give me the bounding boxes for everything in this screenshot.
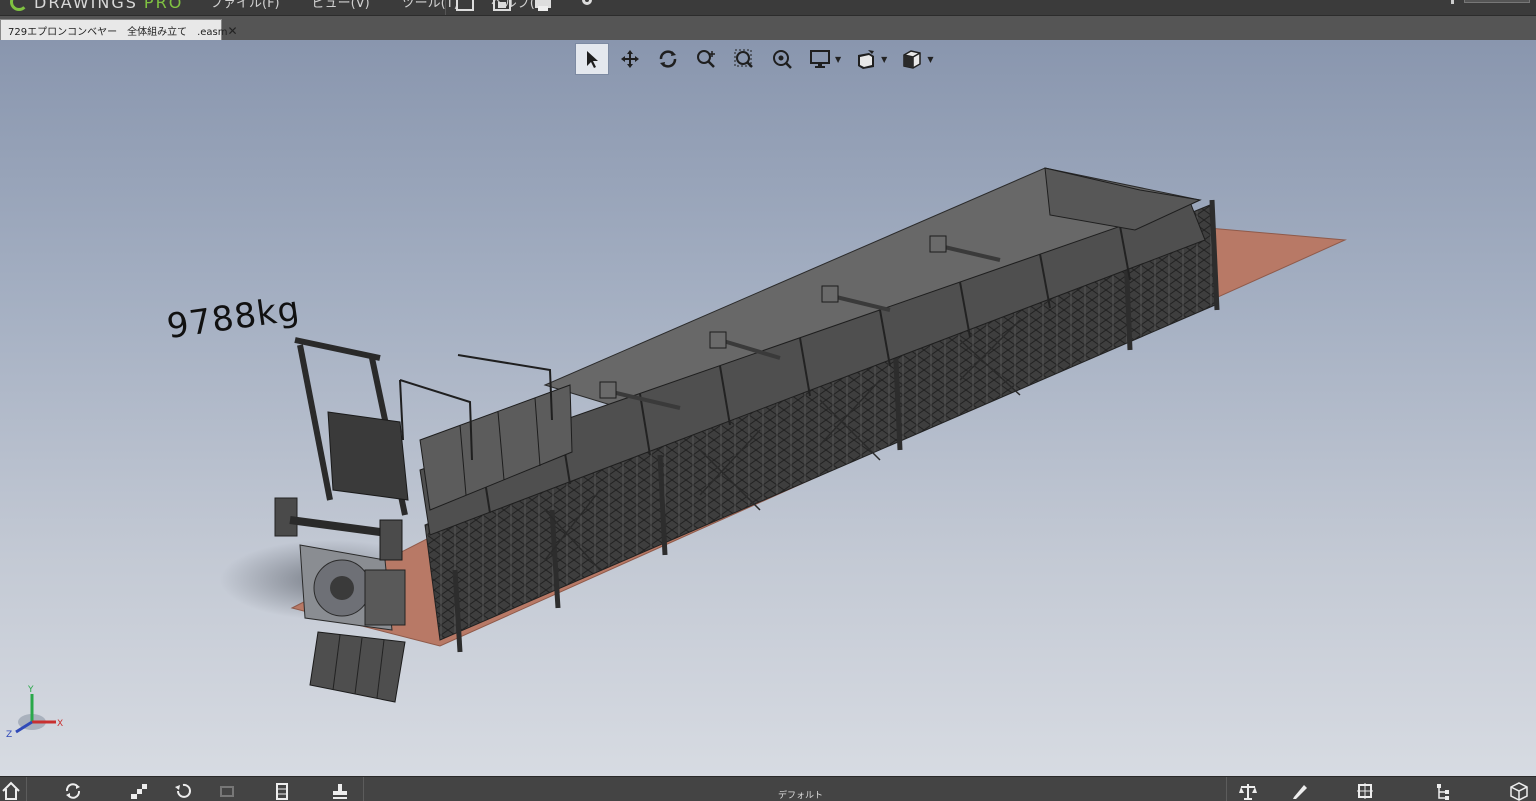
discharge-chute <box>309 631 406 703</box>
zoom-area-icon <box>734 49 753 68</box>
zoom-fit-icon <box>773 50 792 69</box>
coordinate-triad: Y X Z <box>6 685 63 740</box>
settings-gear-icon[interactable] <box>577 0 597 12</box>
view-orientation-icon <box>903 50 922 69</box>
pan-button[interactable] <box>613 43 647 75</box>
display-dropdown[interactable]: ▼ <box>803 43 845 75</box>
chevron-down-icon[interactable]: ▼ <box>835 55 841 64</box>
tree-icon[interactable] <box>1433 780 1455 801</box>
markup-pen-icon[interactable] <box>1289 780 1311 801</box>
appearance-icon <box>858 50 875 69</box>
refresh-icon[interactable] <box>62 780 84 801</box>
menu-file[interactable]: ファイル(F) <box>210 0 280 11</box>
display-icon <box>810 50 830 68</box>
3d-view-icon[interactable] <box>1508 780 1530 801</box>
animation-icon[interactable] <box>216 780 238 801</box>
select-icon <box>587 51 598 68</box>
home-icon[interactable] <box>0 780 22 801</box>
logo-mark-icon <box>10 0 28 11</box>
print-icon[interactable] <box>533 0 553 12</box>
pan-icon <box>621 50 639 68</box>
triad-y-label: Y <box>27 685 34 695</box>
stamp-icon[interactable] <box>329 780 351 801</box>
view-orientation-dropdown[interactable]: ▼ <box>895 43 937 75</box>
head-gate <box>327 411 409 501</box>
mass-properties-icon[interactable] <box>1237 780 1259 801</box>
rotate-icon <box>659 50 677 68</box>
bottom-toolbar: デフォルト <box>0 776 1536 801</box>
toolbar-divider <box>1226 777 1227 801</box>
stack-icon[interactable] <box>271 780 293 801</box>
chevron-down-icon[interactable]: ▼ <box>927 55 933 64</box>
measure-icon[interactable] <box>1354 780 1376 801</box>
menu-view[interactable]: ビュー(V) <box>312 0 370 11</box>
rotate-button[interactable] <box>651 43 685 75</box>
chevron-down-icon[interactable]: ▼ <box>881 55 887 64</box>
zoom-icon <box>697 50 715 68</box>
zoom-fit-button[interactable] <box>765 43 799 75</box>
menu-bar: DRAWINGS PRO ファイル(F) ビュー(V) ツール(T) ヘルプ(H) <box>0 0 1536 15</box>
document-tab-label: 729エプロンコンベヤー 全体組み立て .easm <box>8 27 228 38</box>
3d-viewport[interactable]: 9788kg ▼ ▼ ▼ Y X Z <box>0 40 1536 776</box>
appearance-button[interactable] <box>849 43 883 75</box>
logo-text: DRAWINGS PRO <box>34 0 184 12</box>
display-button[interactable] <box>803 43 837 75</box>
document-tab-bar: 729エプロンコンベヤー 全体組み立て .easm ✕ <box>0 15 1536 41</box>
configuration-label: デフォルト <box>778 791 824 801</box>
open-icon[interactable] <box>455 0 475 12</box>
menubar-right-tools <box>1451 0 1530 4</box>
triad-z-label: Z <box>6 730 12 740</box>
search-box[interactable] <box>1464 0 1530 3</box>
view-orientation-button[interactable] <box>895 43 929 75</box>
conveyor-model <box>220 167 1347 703</box>
menu-tools[interactable]: ツール(T) <box>402 0 459 11</box>
select-button[interactable] <box>575 43 609 75</box>
save-icon[interactable] <box>492 0 512 12</box>
zoom-button[interactable] <box>689 43 723 75</box>
triad-x-label: X <box>57 719 63 729</box>
undo-view-icon[interactable] <box>172 780 194 801</box>
pin-icon[interactable] <box>1451 0 1454 4</box>
toolbar-divider <box>26 777 27 801</box>
toolbar-divider <box>363 777 364 801</box>
zoom-area-button[interactable] <box>727 43 761 75</box>
close-tab-icon[interactable]: ✕ <box>228 24 238 38</box>
app-logo: DRAWINGS PRO <box>10 0 183 13</box>
appearance-dropdown[interactable]: ▼ <box>849 43 891 75</box>
view-toolbar: ▼ ▼ ▼ <box>575 43 937 75</box>
document-tab[interactable]: 729エプロンコンベヤー 全体組み立て .easm ✕ <box>0 19 238 41</box>
explode-steps-icon[interactable] <box>128 780 150 801</box>
menu-divider <box>445 0 446 15</box>
